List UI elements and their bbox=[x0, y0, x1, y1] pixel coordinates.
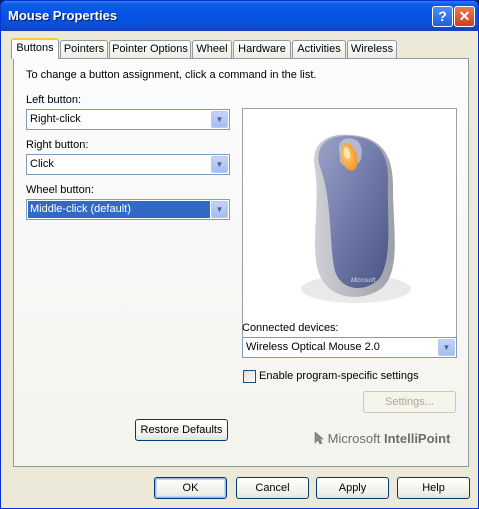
connected-devices-value: Wireless Optical Mouse 2.0 bbox=[246, 341, 380, 353]
title-bar[interactable]: Mouse Properties ? ✕ bbox=[1, 1, 478, 31]
apply-button[interactable]: Apply bbox=[316, 477, 389, 499]
chevron-down-icon[interactable]: ▼ bbox=[438, 339, 455, 356]
mouse-properties-dialog: Mouse Properties ? ✕ Buttons Pointers Po… bbox=[0, 0, 479, 509]
help-title-button[interactable]: ? bbox=[432, 6, 453, 27]
right-button-label: Right button: bbox=[26, 139, 89, 151]
brand-product: IntelliPoint bbox=[383, 431, 451, 446]
program-specific-checkbox[interactable] bbox=[243, 370, 256, 383]
help-button[interactable]: Help bbox=[397, 477, 470, 499]
window-title: Mouse Properties bbox=[8, 8, 118, 23]
left-button-select[interactable]: Right-click ▼ bbox=[26, 109, 230, 130]
mouse-cursor-icon bbox=[314, 431, 324, 445]
left-button-label: Left button: bbox=[26, 94, 82, 106]
tab-pointer-options[interactable]: Pointer Options bbox=[109, 40, 191, 58]
tab-wireless[interactable]: Wireless bbox=[347, 40, 397, 58]
wheel-button-select[interactable]: Middle-click (default) ▼ bbox=[26, 199, 230, 220]
settings-button[interactable]: Settings... bbox=[363, 391, 456, 413]
mouse-logo-text: Microsoft bbox=[351, 278, 376, 284]
tab-wheel[interactable]: Wheel bbox=[192, 40, 232, 58]
brand-prefix: Microsoft bbox=[327, 431, 381, 446]
connected-devices-select[interactable]: Wireless Optical Mouse 2.0 ▼ bbox=[242, 337, 457, 358]
chevron-down-icon[interactable]: ▼ bbox=[211, 156, 228, 173]
wheel-button-label: Wheel button: bbox=[26, 184, 94, 196]
right-button-select[interactable]: Click ▼ bbox=[26, 154, 230, 175]
tab-activities[interactable]: Activities bbox=[292, 40, 346, 58]
chevron-down-icon[interactable]: ▼ bbox=[211, 111, 228, 128]
intellipoint-brand: Microsoft IntelliPoint bbox=[314, 431, 450, 446]
connected-devices-label: Connected devices: bbox=[242, 322, 339, 334]
wheel-button-value: Middle-click (default) bbox=[28, 201, 210, 218]
instruction-text: To change a button assignment, click a c… bbox=[26, 69, 317, 81]
ok-button[interactable]: OK bbox=[154, 477, 227, 499]
program-specific-label[interactable]: Enable program-specific settings bbox=[259, 370, 419, 382]
mouse-image-panel: Microsoft bbox=[242, 108, 457, 346]
tab-buttons[interactable]: Buttons bbox=[11, 38, 59, 59]
mouse-image: Microsoft bbox=[301, 134, 411, 303]
restore-defaults-button[interactable]: Restore Defaults bbox=[135, 419, 228, 441]
tab-pointers[interactable]: Pointers bbox=[60, 40, 108, 58]
chevron-down-icon[interactable]: ▼ bbox=[211, 201, 228, 218]
cancel-button[interactable]: Cancel bbox=[236, 477, 309, 499]
left-button-value: Right-click bbox=[30, 113, 81, 125]
right-button-value: Click bbox=[30, 158, 54, 170]
tab-hardware[interactable]: Hardware bbox=[233, 40, 291, 58]
buttons-tab-panel: To change a button assignment, click a c… bbox=[13, 58, 469, 467]
close-button[interactable]: ✕ bbox=[454, 6, 475, 27]
